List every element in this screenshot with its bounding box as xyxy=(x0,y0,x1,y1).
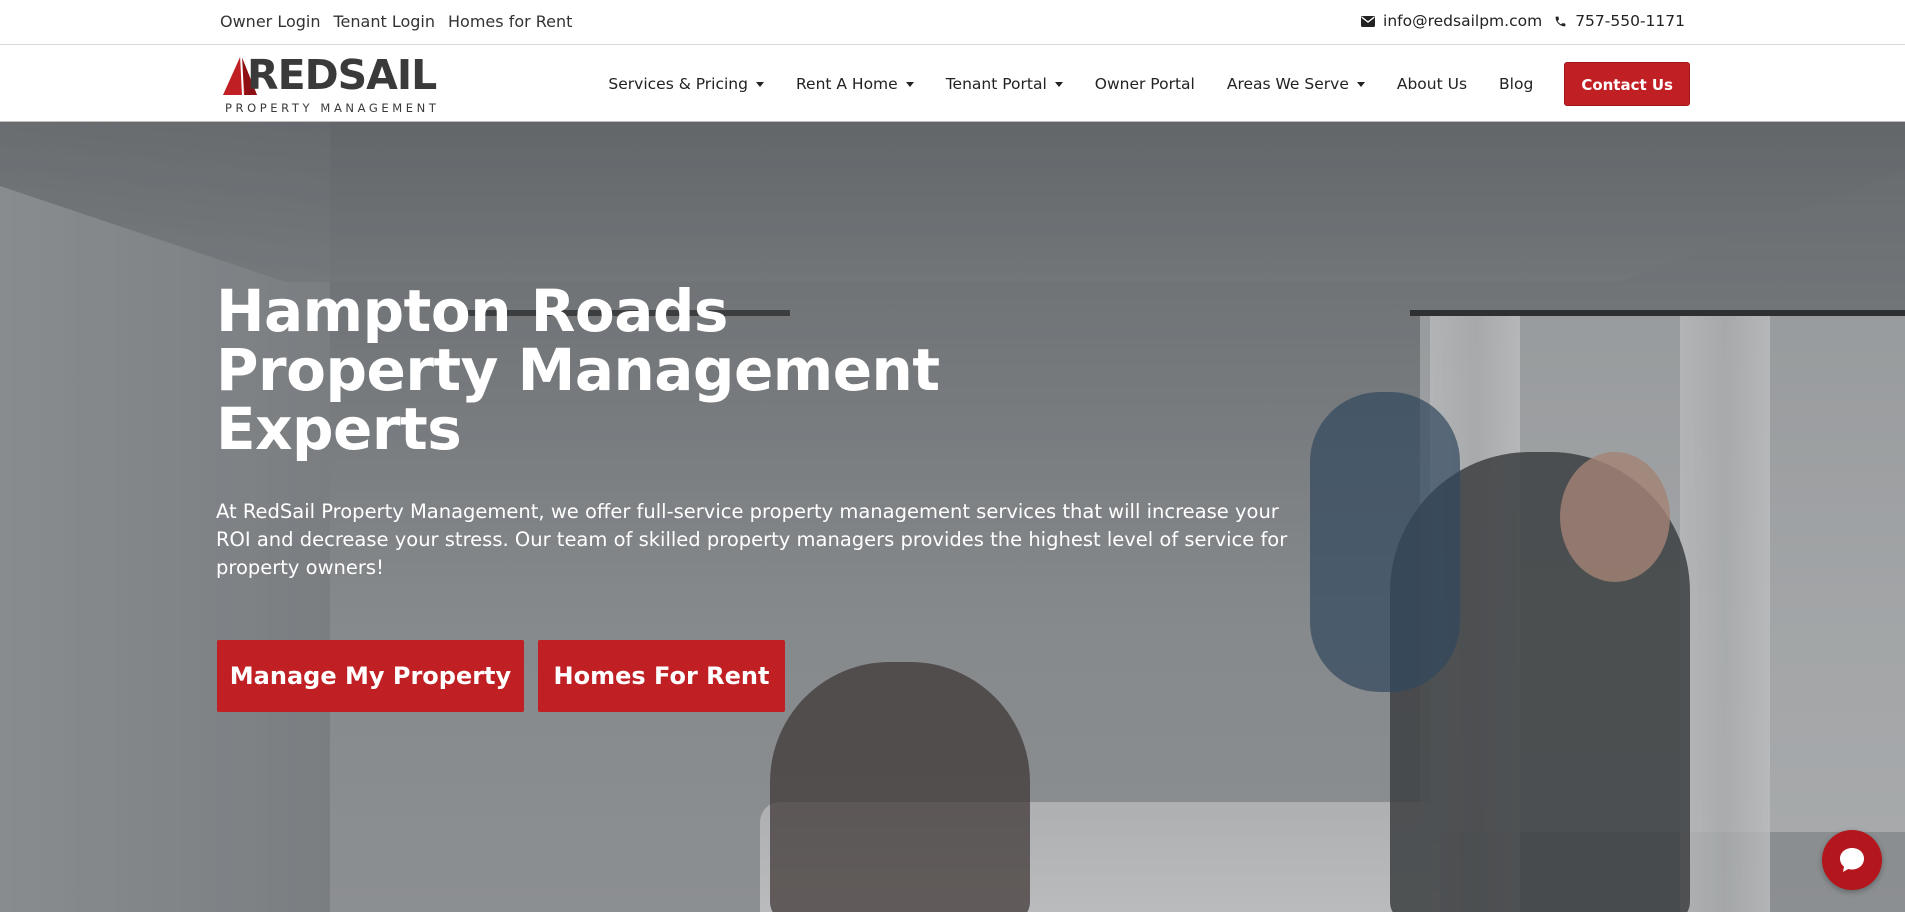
primary-menu: Services & Pricing Rent A Home Tenant Po… xyxy=(592,45,1690,122)
utility-links: Owner Login Tenant Login Homes for Rent xyxy=(220,12,572,31)
nav-label: Rent A Home xyxy=(795,74,898,93)
owner-login-link[interactable]: Owner Login xyxy=(220,12,321,31)
caret-down-icon xyxy=(905,81,914,87)
nav-about-us[interactable]: About Us xyxy=(1381,75,1483,93)
chat-widget-button[interactable] xyxy=(1822,830,1882,890)
nav-services-pricing[interactable]: Services & Pricing xyxy=(592,75,780,93)
hero-title-line: Experts xyxy=(216,395,462,463)
phone-text: 757-550-1171 xyxy=(1575,12,1685,30)
hero-title: Hampton Roads Property Management Expert… xyxy=(216,282,1116,459)
homes-for-rent-button[interactable]: Homes For Rent xyxy=(538,640,785,712)
top-utility-bar: Owner Login Tenant Login Homes for Rent … xyxy=(0,0,1905,45)
nav-label: Blog xyxy=(1499,74,1534,93)
nav-label: Areas We Serve xyxy=(1226,74,1349,93)
caret-down-icon xyxy=(1356,81,1365,87)
hero-section: Hampton Roads Property Management Expert… xyxy=(0,122,1905,912)
chat-bubble-icon xyxy=(1840,848,1864,872)
logo-subtitle: PROPERTY MANAGEMENT xyxy=(225,101,440,115)
redsail-logo[interactable]: REDSAIL PROPERTY MANAGEMENT xyxy=(223,53,438,115)
nav-label: Services & Pricing xyxy=(608,74,748,93)
logo-wordmark: REDSAIL xyxy=(247,51,437,99)
nav-blog[interactable]: Blog xyxy=(1483,75,1549,93)
phone-link[interactable]: 757-550-1171 xyxy=(1554,12,1685,30)
nav-label: Owner Portal xyxy=(1094,74,1195,93)
nav-rent-a-home[interactable]: Rent A Home xyxy=(780,75,930,93)
nav-tenant-portal[interactable]: Tenant Portal xyxy=(930,75,1079,93)
contact-us-button[interactable]: Contact Us xyxy=(1564,61,1690,106)
manage-my-property-button[interactable]: Manage My Property xyxy=(217,640,524,712)
contact-info: info@redsailpm.com 757-550-1171 xyxy=(1361,12,1685,30)
nav-areas-we-serve[interactable]: Areas We Serve xyxy=(1211,75,1381,93)
hero-description: At RedSail Property Management, we offer… xyxy=(216,500,1288,579)
hero-title-line: Hampton Roads xyxy=(216,277,728,345)
envelope-icon xyxy=(1361,15,1376,27)
caret-down-icon xyxy=(755,81,764,87)
phone-icon xyxy=(1555,16,1566,26)
email-text: info@redsailpm.com xyxy=(1383,12,1543,30)
homes-for-rent-link[interactable]: Homes for Rent xyxy=(448,12,572,31)
nav-label: Tenant Portal xyxy=(945,74,1047,93)
hero-title-line: Property Management xyxy=(216,336,940,404)
nav-owner-portal[interactable]: Owner Portal xyxy=(1079,75,1211,93)
nav-label: About Us xyxy=(1396,74,1468,93)
main-navbar: REDSAIL PROPERTY MANAGEMENT Services & P… xyxy=(0,45,1905,122)
email-link[interactable]: info@redsailpm.com xyxy=(1361,12,1542,30)
tenant-login-link[interactable]: Tenant Login xyxy=(334,12,436,31)
caret-down-icon xyxy=(1054,81,1063,87)
